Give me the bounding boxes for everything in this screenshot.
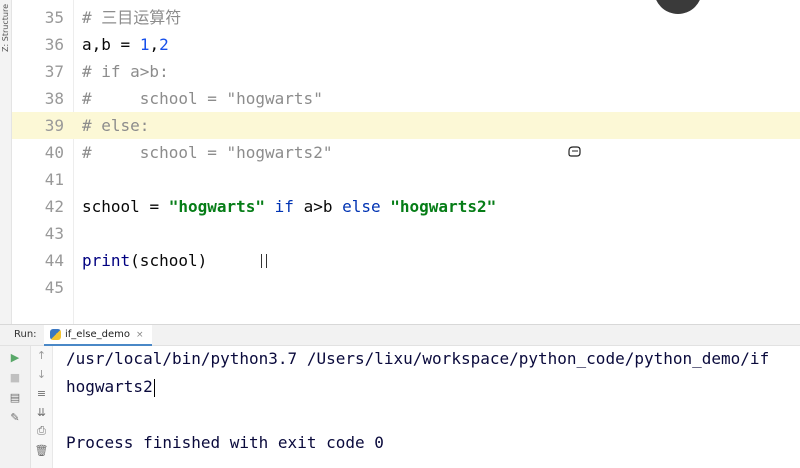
code-line[interactable] [74, 220, 800, 247]
code-line[interactable]: school = "hogwarts" if a>b else "hogwart… [74, 193, 800, 220]
text-caret [153, 378, 155, 397]
code-token: , [149, 35, 160, 54]
line-number[interactable]: 42 [12, 193, 64, 220]
code-line[interactable]: print(school) [74, 247, 800, 274]
code-line[interactable]: a,b = 1,2 [74, 31, 800, 58]
line-number[interactable]: 45 [12, 274, 64, 301]
run-toolbar-primary: ▶ ■ ▤ ✎ [0, 346, 31, 468]
code-token: , [91, 35, 102, 54]
mouse-ibeam-cursor [261, 254, 267, 268]
code-token: # if a>b: [82, 62, 169, 81]
code-token: 1 [139, 35, 150, 54]
code-line[interactable] [74, 274, 800, 301]
console-line: /usr/local/bin/python3.7 /Users/lixu/wor… [66, 346, 769, 372]
code-area[interactable]: print(school) school = "hogwarts" if a>b … [74, 0, 800, 324]
close-icon[interactable]: × [136, 330, 144, 340]
code-token: a>b [303, 197, 333, 216]
run-toolbar-secondary: ↑ ↓ ≡ ⇊ ⎙ 🗑 [31, 346, 53, 468]
print-icon[interactable]: ⎙ [31, 422, 52, 440]
console-line-text: hogwarts2 [66, 377, 153, 396]
code-token: # school = "hogwarts" [82, 89, 323, 108]
scroll-to-end-icon[interactable]: ⇊ [31, 403, 52, 421]
rerun-icon[interactable]: ▶ [0, 348, 30, 366]
code-token: # else: [82, 116, 150, 135]
console-line: hogwarts2 [66, 374, 155, 400]
run-label: Run: [14, 329, 37, 340]
line-number[interactable]: 39 [12, 112, 74, 139]
code-token: b [101, 35, 121, 54]
code-line[interactable] [74, 166, 800, 193]
run-tab-label: if_else_demo [65, 329, 130, 340]
code-token: (school) [130, 251, 208, 270]
python-file-icon [50, 329, 61, 340]
structure-side-strip[interactable]: Z: Structure [0, 0, 12, 324]
code-token: # 三目运算符 [82, 8, 182, 27]
structure-tab-label[interactable]: Z: Structure [1, 4, 10, 52]
layout-icon[interactable]: ▤ [0, 388, 30, 406]
code-token: print [82, 251, 131, 270]
code-token: "hogwarts" [168, 197, 266, 216]
console-line-text: /usr/local/bin/python3.7 /Users/lixu/wor… [66, 349, 770, 368]
line-number[interactable]: 35 [12, 4, 64, 31]
code-line[interactable]: # else: [74, 112, 800, 139]
pin-icon[interactable]: ✎ [0, 408, 30, 426]
scroll-down-icon[interactable]: ↓ [31, 365, 52, 383]
stop-icon[interactable]: ■ [0, 368, 30, 386]
code-line[interactable]: # if a>b: [74, 58, 800, 85]
line-number[interactable]: 40 [12, 139, 64, 166]
console-line: Process finished with exit code 0 [66, 430, 384, 456]
code-token: # school = "hogwarts2" [82, 143, 333, 162]
line-number[interactable]: 38 [12, 85, 64, 112]
line-number[interactable]: 37 [12, 58, 64, 85]
hand-pointer-icon [568, 146, 581, 157]
soft-wrap-icon[interactable]: ≡ [31, 384, 52, 402]
code-editor[interactable]: Z: Structure 35 36 37 38 39 40 41 42 43 44 45 prin… [0, 0, 800, 324]
code-token: school [82, 197, 150, 216]
code-token: a [82, 35, 92, 54]
line-number[interactable]: 41 [12, 166, 64, 193]
console-line-text: Process finished with exit code 0 [66, 433, 384, 452]
trash-icon[interactable]: 🗑 [31, 441, 52, 459]
line-number[interactable]: 43 [12, 220, 64, 247]
run-tool-window-header: Run: if_else_demo × [0, 324, 800, 346]
scroll-up-icon[interactable]: ↑ [31, 346, 52, 364]
code-token: else [332, 197, 391, 216]
code-token: 2 [159, 35, 169, 54]
line-number[interactable]: 44 [12, 247, 64, 274]
code-token: "hogwarts2" [390, 197, 497, 216]
code-line[interactable]: # school = "hogwarts2" [74, 139, 800, 166]
code-token: = [149, 197, 169, 216]
code-token: if [265, 197, 304, 216]
line-number[interactable]: 36 [12, 31, 64, 58]
code-token: = [120, 35, 140, 54]
line-number-gutter: 35 36 37 38 39 40 41 42 43 44 45 [12, 0, 74, 324]
run-console-output[interactable]: /usr/local/bin/python3.7 /Users/lixu/wor… [53, 346, 800, 468]
run-tab-if-else-demo[interactable]: if_else_demo × [44, 325, 152, 346]
code-line[interactable]: # school = "hogwarts" [74, 85, 800, 112]
